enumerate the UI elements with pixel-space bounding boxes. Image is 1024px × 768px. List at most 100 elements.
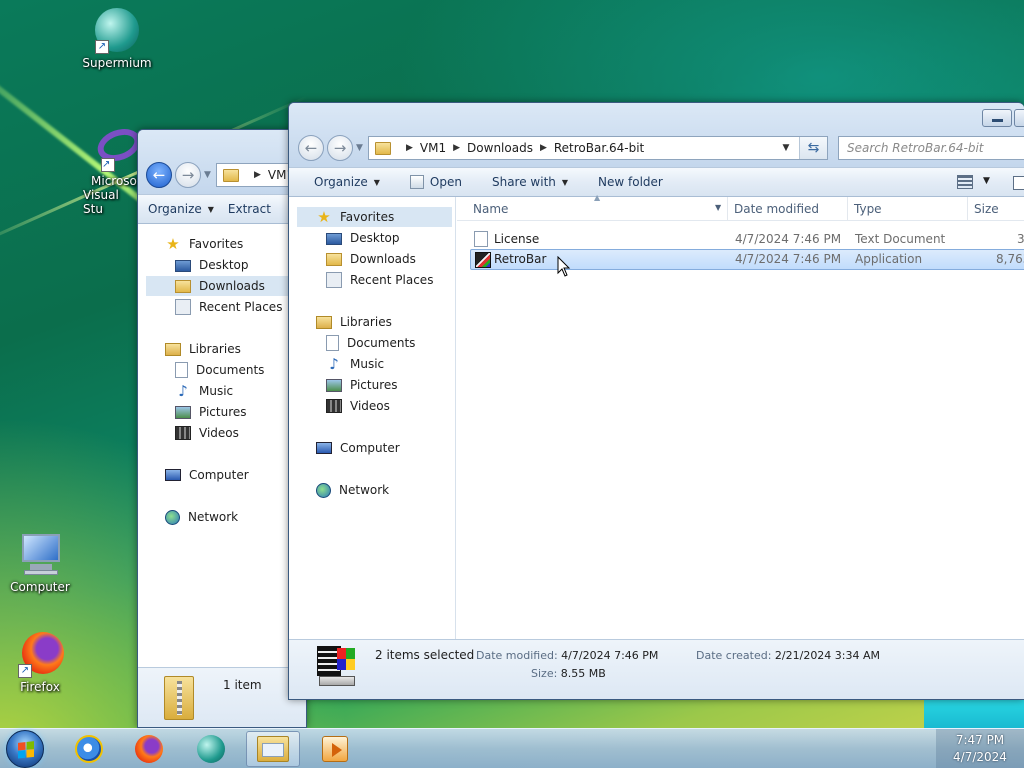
back-arrow-icon: ← xyxy=(304,139,318,157)
breadcrumb-vm1[interactable]: VM1 xyxy=(420,141,446,155)
nav-music[interactable]: ♪ Music xyxy=(326,354,384,374)
nav-favorites[interactable]: ★ Favorites xyxy=(165,234,243,254)
breadcrumb-downloads[interactable]: Downloads xyxy=(467,141,533,155)
recent-pages-dropdown[interactable]: ▼ xyxy=(356,135,366,161)
sort-ascending-icon: ▲ xyxy=(594,193,601,202)
explorer-body: ★ Favorites Desktop Downloads Recent Plac… xyxy=(289,193,1024,639)
maximize-button[interactable] xyxy=(1014,109,1024,127)
back-button[interactable]: ← xyxy=(146,162,172,188)
front-explorer-window[interactable]: ← → ▼ ▶ VM1 ▶ Downloads ▶ RetroBar.64-bi… xyxy=(288,102,1024,700)
start-button[interactable] xyxy=(6,730,44,768)
nav-videos[interactable]: Videos xyxy=(175,423,239,443)
libraries-icon xyxy=(165,342,181,356)
file-row-license[interactable]: License 4/7/2024 7:46 PM Text Document 3 xyxy=(470,229,1024,250)
back-explorer-window[interactable]: ← → ▼ ▶ VM1 Organize ▼ Extract ★ Favorites… xyxy=(137,129,307,728)
file-type: Text Document xyxy=(855,232,946,246)
nav-pictures[interactable]: Pictures xyxy=(175,402,247,422)
recent-places-icon xyxy=(326,272,342,288)
taskbar-internet-explorer[interactable] xyxy=(62,731,116,767)
column-header-name[interactable]: Name xyxy=(473,202,508,216)
nav-recent-places[interactable]: Recent Places xyxy=(175,297,282,317)
breadcrumb-separator-icon: ▶ xyxy=(453,143,461,153)
star-icon: ★ xyxy=(166,235,180,253)
nav-network[interactable]: Network xyxy=(165,507,238,527)
nav-favorites[interactable]: ★ Favorites xyxy=(297,207,452,227)
column-header-date-modified[interactable]: Date modified xyxy=(734,202,819,216)
nav-documents[interactable]: Documents xyxy=(326,333,415,353)
nav-pictures[interactable]: Pictures xyxy=(326,375,398,395)
address-dropdown-icon[interactable]: ▼ xyxy=(779,137,793,159)
column-header-type[interactable]: Type xyxy=(854,202,882,216)
forward-button[interactable]: → xyxy=(327,135,353,161)
minimize-button[interactable] xyxy=(982,109,1012,127)
videos-icon xyxy=(326,399,342,413)
minimize-icon xyxy=(992,119,1003,122)
forward-button[interactable]: → xyxy=(175,162,201,188)
file-explorer-icon xyxy=(257,736,289,762)
chevron-down-icon: ▼ xyxy=(561,177,569,187)
recent-places-icon xyxy=(175,299,191,315)
nav-computer[interactable]: Computer xyxy=(165,465,249,485)
forward-arrow-icon: → xyxy=(181,166,195,184)
nav-downloads[interactable]: Downloads xyxy=(326,249,416,269)
nav-libraries[interactable]: Libraries xyxy=(316,312,392,332)
column-header-size[interactable]: Size xyxy=(974,202,999,216)
file-row-retrobar[interactable]: RetroBar 4/7/2024 7:46 PM Application 8,… xyxy=(470,249,1024,270)
nav-music[interactable]: ♪ Music xyxy=(175,381,233,401)
search-input[interactable]: Search RetroBar.64-bit xyxy=(838,136,1024,160)
file-date: 4/7/2024 7:46 PM xyxy=(735,252,842,266)
extract-button[interactable]: Extract xyxy=(224,194,281,224)
taskbar-firefox[interactable] xyxy=(122,731,176,767)
nav-documents[interactable]: Documents xyxy=(175,360,264,380)
nav-desktop[interactable]: Desktop xyxy=(175,255,249,275)
nav-computer[interactable]: Computer xyxy=(316,438,400,458)
change-view-icon[interactable] xyxy=(957,175,973,189)
column-filter-dropdown-icon[interactable]: ▼ xyxy=(715,203,721,212)
back-button[interactable]: ← xyxy=(298,135,324,161)
organize-button[interactable]: Organize ▼ xyxy=(289,167,390,197)
nav-downloads[interactable]: Downloads xyxy=(146,276,306,296)
explorer-body: ★ Favorites Desktop Downloads Recent Plac… xyxy=(138,224,306,667)
desktop-icon-firefox[interactable]: ↗ Firefox xyxy=(2,630,78,694)
file-list: Name ▲ ▼ Date modified Type Size License… xyxy=(457,193,1024,639)
star-icon: ★ xyxy=(317,208,331,226)
system-clock[interactable]: 7:47 PM 4/7/2024 xyxy=(936,729,1024,768)
selection-count: 2 items selected xyxy=(375,648,475,662)
network-icon xyxy=(165,509,180,525)
navigation-pane: ★ Favorites Desktop Downloads Recent Plac… xyxy=(289,197,456,639)
recent-pages-dropdown[interactable]: ▼ xyxy=(204,162,214,188)
chevron-down-icon: ▼ xyxy=(207,204,214,214)
shortcut-arrow-icon: ↗ xyxy=(95,40,109,54)
new-folder-button[interactable]: New folder xyxy=(578,167,673,197)
desktop-icon-label: Supermium xyxy=(82,56,152,70)
nav-desktop[interactable]: Desktop xyxy=(326,228,400,248)
view-options-dropdown-icon[interactable]: ▼ xyxy=(983,176,990,186)
taskbar-media-player[interactable] xyxy=(308,731,362,767)
desktop-icon-label: Computer xyxy=(10,580,70,594)
firefox-icon xyxy=(135,735,163,763)
taskbar-file-explorer[interactable] xyxy=(246,731,300,767)
address-bar[interactable]: ▶ VM1 ▶ Downloads ▶ RetroBar.64-bit ▼ ⇆ xyxy=(368,136,828,160)
details-pane: 2 items selected Date modified: 4/7/2024… xyxy=(289,639,1024,699)
refresh-icon[interactable]: ⇆ xyxy=(799,137,827,159)
organize-button[interactable]: Organize ▼ xyxy=(138,194,224,224)
open-button[interactable]: Open xyxy=(390,167,472,197)
nav-recent-places[interactable]: Recent Places xyxy=(326,270,433,290)
date-modified-field: Date modified: 4/7/2024 7:46 PM xyxy=(476,649,659,662)
nav-network[interactable]: Network xyxy=(316,480,389,500)
desktop-icon xyxy=(326,233,342,245)
nav-libraries[interactable]: Libraries xyxy=(165,339,241,359)
desktop-icon-supermium[interactable]: ↗ Supermium xyxy=(79,6,155,70)
mouse-pointer-icon xyxy=(557,256,571,277)
pictures-icon xyxy=(326,378,342,392)
nav-videos[interactable]: Videos xyxy=(326,396,390,416)
internet-explorer-icon xyxy=(75,735,103,763)
file-name: RetroBar xyxy=(494,252,547,266)
desktop-icon-computer[interactable]: Computer xyxy=(2,530,78,594)
clock-time: 7:47 PM xyxy=(955,733,1005,747)
share-with-button[interactable]: Share with ▼ xyxy=(472,167,578,197)
preview-pane-icon[interactable] xyxy=(1013,176,1024,190)
desktop-icon-visual-studio[interactable]: ↗ Microsof Visual Stu xyxy=(79,124,139,216)
breadcrumb-retrobar[interactable]: RetroBar.64-bit xyxy=(554,141,644,155)
taskbar-supermium[interactable] xyxy=(184,731,238,767)
